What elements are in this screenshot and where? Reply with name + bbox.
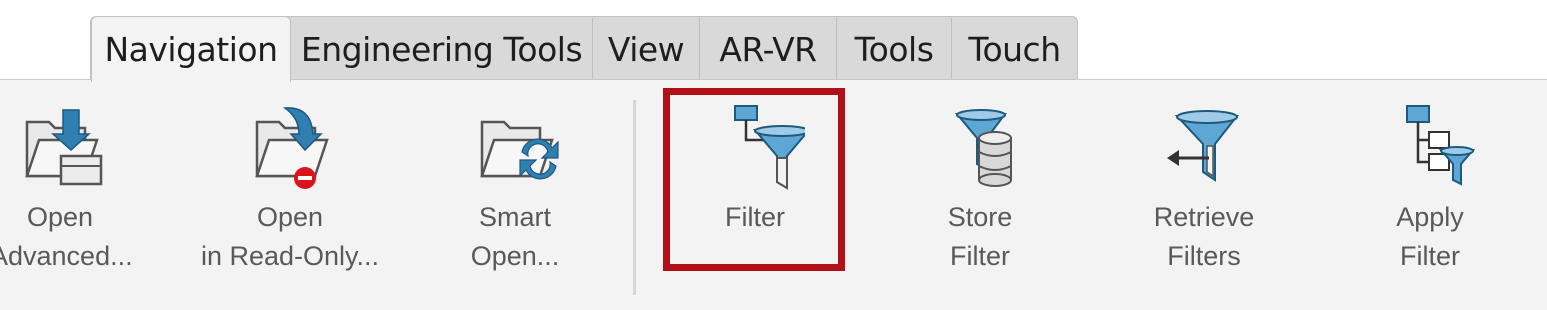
- tab-touch[interactable]: Touch: [952, 18, 1077, 80]
- smart-open-label-line2: Open...: [470, 241, 560, 271]
- retrieve-filters-icon: [1167, 110, 1240, 182]
- store-filter-label-line2: Filter: [950, 241, 1010, 271]
- store-filter-label-line1: Store: [947, 202, 1013, 232]
- folder-open-readonly-icon: [255, 107, 329, 189]
- store-filter-button[interactable]: Store Filter: [910, 100, 1050, 290]
- tab-ar-vr[interactable]: AR-VR: [700, 18, 837, 80]
- retrieve-filters-label-line2: Filters: [1167, 241, 1241, 271]
- retrieve-filters-label-line1: Retrieve: [1153, 202, 1255, 232]
- store-filter-icon: [954, 109, 1012, 187]
- apply-filter-button[interactable]: Apply Filter: [1360, 100, 1500, 290]
- tab-navigation[interactable]: Navigation: [91, 16, 291, 82]
- group-separator: [633, 100, 636, 295]
- tab-engineering-tools[interactable]: Engineering Tools: [291, 18, 593, 80]
- highlight-box: [663, 88, 845, 271]
- open-advanced-button[interactable]: Open Advanced...: [0, 100, 133, 290]
- tab-tools[interactable]: Tools: [837, 18, 952, 80]
- apply-filter-label-line1: Apply: [1396, 202, 1464, 232]
- open-read-only-button[interactable]: Open in Read-Only...: [190, 100, 390, 290]
- retrieve-filters-button[interactable]: Retrieve Filters: [1134, 100, 1274, 290]
- open-advanced-label-line1: Open: [26, 202, 94, 232]
- open-read-only-label-line2: in Read-Only...: [200, 241, 380, 271]
- apply-filter-icon: [1406, 105, 1475, 186]
- smart-open-button[interactable]: Smart Open...: [445, 100, 585, 290]
- tab-view[interactable]: View: [593, 18, 700, 80]
- folder-smart-open-icon: [480, 120, 559, 180]
- apply-filter-label-line2: Filter: [1400, 241, 1460, 271]
- ribbon-tab-strip: Navigation Engineering Tools View AR-VR …: [0, 0, 1547, 82]
- smart-open-label-line1: Smart: [478, 202, 551, 232]
- open-read-only-label-line1: Open: [256, 202, 324, 232]
- open-advanced-label-line2: Advanced...: [0, 241, 133, 271]
- folder-open-advanced-icon: [25, 109, 103, 186]
